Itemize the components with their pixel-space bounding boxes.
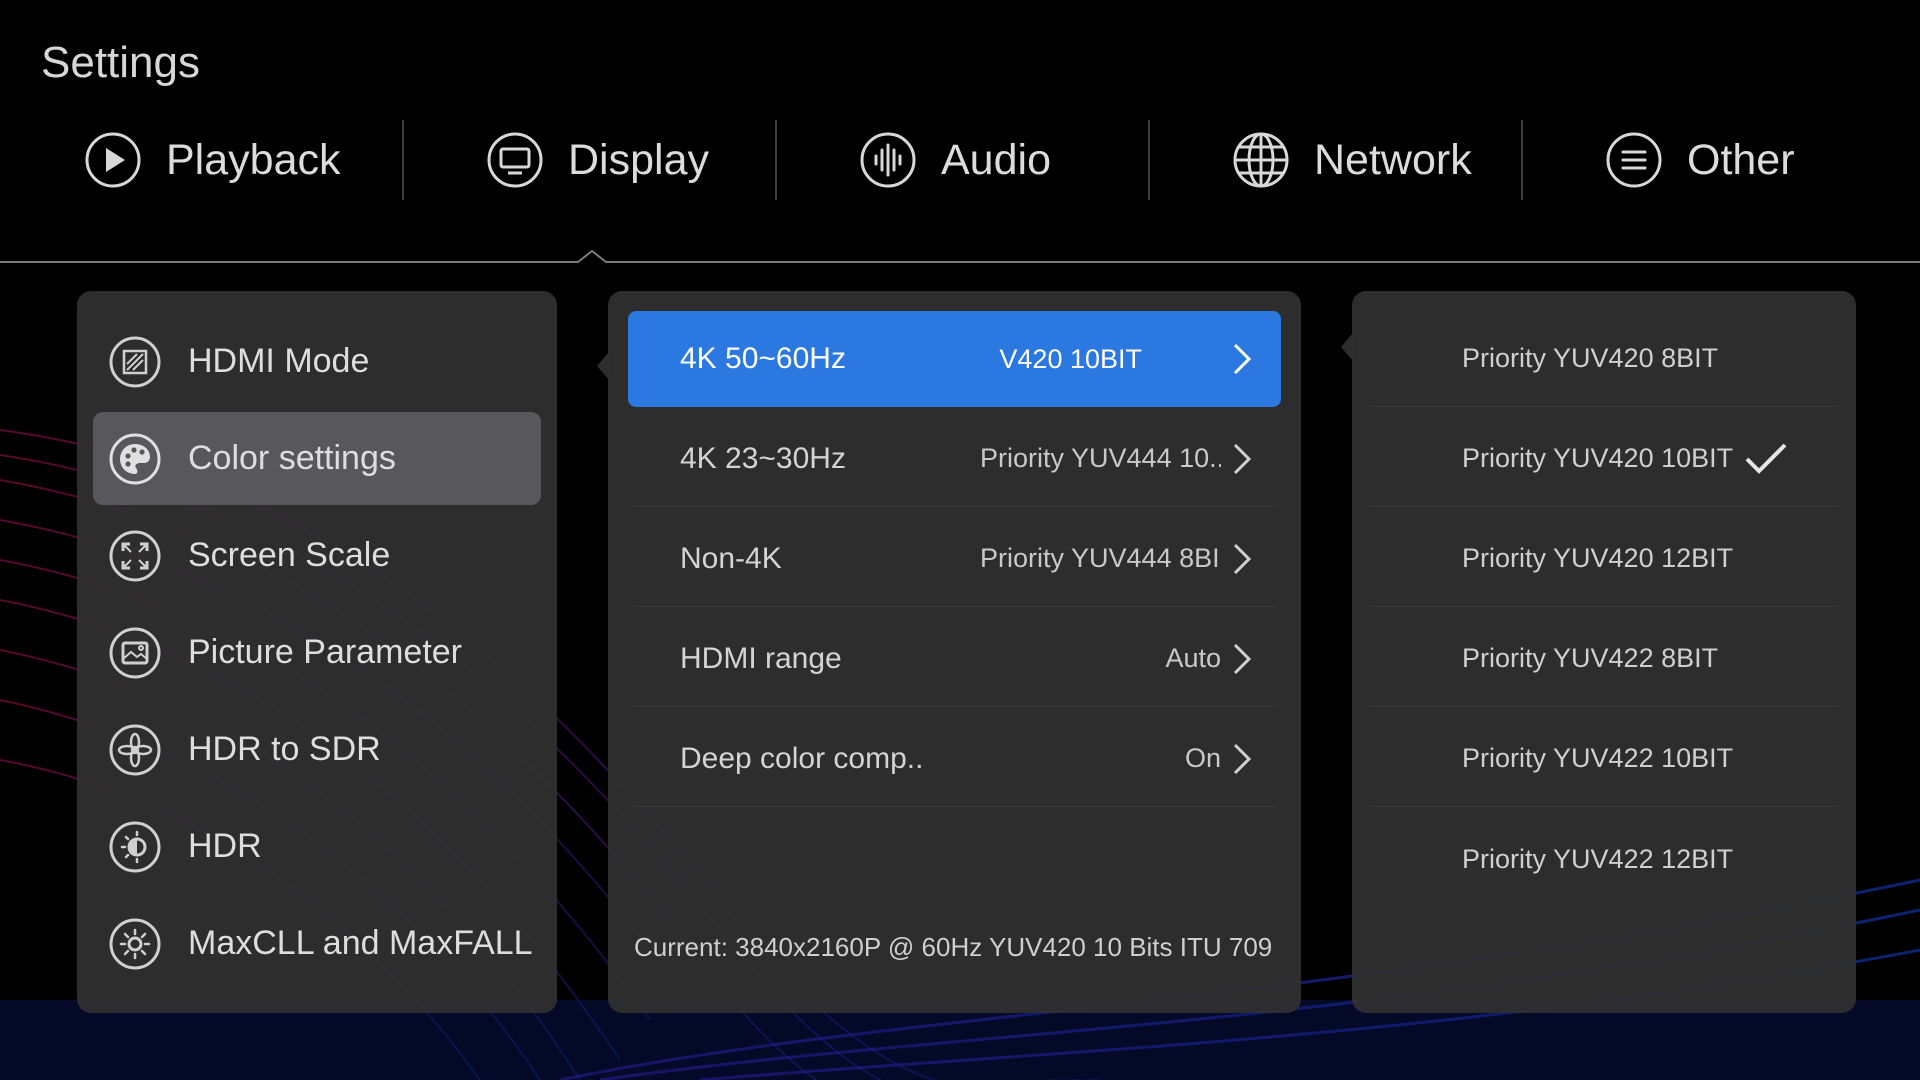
- tab-underline: [0, 250, 1920, 263]
- brightness-icon: [108, 917, 162, 971]
- priority-option-label: Priority YUV420 10BIT: [1462, 443, 1734, 473]
- chevron-right-icon: [1229, 341, 1255, 377]
- priority-option[interactable]: Priority YUV422 8BIT: [1370, 611, 1838, 707]
- option-4k-50-60hz[interactable]: 4K 50~60Hz V420 10BITP: [628, 311, 1281, 407]
- play-icon: [84, 131, 142, 189]
- priority-options-panel: Priority YUV420 8BIT Priority YUV420 10B…: [1352, 291, 1856, 1013]
- tab-label: Audio: [941, 135, 1051, 184]
- option-label: 4K 50~60Hz: [680, 342, 846, 375]
- sidebar-panel: HDMI Mode Color settings Screen Scale Pi…: [77, 291, 557, 1013]
- tab-other[interactable]: Other: [1521, 118, 1894, 202]
- page-title: Settings: [41, 38, 200, 87]
- chevron-right-icon: [1229, 541, 1255, 577]
- tab-label: Other: [1687, 135, 1795, 184]
- menu-icon: [1605, 131, 1663, 189]
- priority-option-selected[interactable]: Priority YUV420 10BIT: [1370, 411, 1838, 507]
- tab-display[interactable]: Display: [402, 118, 775, 202]
- tab-label: Display: [568, 135, 709, 184]
- priority-option-label: Priority YUV422 12BIT: [1462, 843, 1734, 874]
- sidebar-item-label: Color settings: [188, 439, 396, 477]
- priority-option[interactable]: Priority YUV422 10BIT: [1370, 711, 1838, 807]
- tab-label: Playback: [166, 135, 341, 184]
- sidebar-item-label: HDR to SDR: [188, 730, 381, 768]
- globe-icon: [1232, 131, 1290, 189]
- sidebar-item-label: Picture Parameter: [188, 633, 462, 671]
- priority-option-label: Priority YUV420 12BIT: [1462, 543, 1734, 573]
- option-label: 4K 23~30Hz: [680, 441, 846, 475]
- sidebar-item-hdr[interactable]: HDR: [93, 800, 541, 893]
- priority-option[interactable]: Priority YUV420 8BIT: [1370, 311, 1838, 407]
- sidebar-item-maxcll-maxfall[interactable]: MaxCLL and MaxFALL: [93, 897, 541, 990]
- option-hdmi-range[interactable]: HDMI range Auto: [628, 611, 1281, 707]
- flower-icon: [108, 723, 162, 777]
- option-non-4k[interactable]: Non-4K Priority YUV444 8BI..: [628, 511, 1281, 607]
- priority-option[interactable]: Priority YUV422 12BIT: [1370, 811, 1838, 907]
- monitor-icon: [486, 131, 544, 189]
- palette-icon: [108, 432, 162, 486]
- tab-playback[interactable]: Playback: [0, 118, 402, 202]
- option-value-text: V420 10BIT: [994, 344, 1142, 375]
- option-value: Priority YUV444 8BI..: [980, 543, 1221, 573]
- scale-icon: [108, 529, 162, 583]
- option-4k-23-30hz[interactable]: 4K 23~30Hz Priority YUV444 10..: [628, 411, 1281, 507]
- hdmi-icon: [108, 335, 162, 389]
- tab-network[interactable]: Network: [1148, 118, 1521, 202]
- sidebar-item-picture-parameter[interactable]: Picture Parameter: [93, 606, 541, 699]
- sidebar-item-hdmi-mode[interactable]: HDMI Mode: [93, 315, 541, 408]
- chevron-right-icon: [1229, 641, 1255, 677]
- priority-option-label: Priority YUV420 8BIT: [1462, 343, 1719, 373]
- tab-label: Network: [1314, 135, 1472, 184]
- color-settings-panel: 4K 50~60Hz V420 10BITP 4K 23~30Hz Priori…: [608, 291, 1301, 1013]
- sidebar-item-label: HDMI Mode: [188, 342, 370, 380]
- picture-icon: [108, 626, 162, 680]
- chevron-right-icon: [1229, 741, 1255, 777]
- current-output-info: Current: 3840x2160P @ 60Hz YUV420 10 Bit…: [634, 932, 1273, 962]
- option-label: HDMI range: [680, 641, 842, 675]
- option-value: Priority YUV444 10..: [980, 443, 1221, 473]
- option-deep-color[interactable]: Deep color comp.. On: [628, 711, 1281, 807]
- priority-option[interactable]: Priority YUV420 12BIT: [1370, 511, 1838, 607]
- option-label: Non-4K: [680, 541, 782, 575]
- sidebar-item-label: MaxCLL and MaxFALL: [188, 924, 533, 962]
- tab-audio[interactable]: Audio: [775, 118, 1148, 202]
- sidebar-item-color-settings[interactable]: Color settings: [93, 412, 541, 505]
- priority-option-label: Priority YUV422 8BIT: [1462, 643, 1719, 673]
- sidebar-item-label: Screen Scale: [188, 536, 391, 574]
- audio-wave-icon: [859, 131, 917, 189]
- option-value: On: [1184, 743, 1221, 773]
- option-label: Deep color comp..: [680, 741, 924, 775]
- sidebar-item-label: HDR: [188, 827, 262, 865]
- checkmark-icon: [1744, 441, 1788, 477]
- option-value: Auto: [1165, 643, 1221, 673]
- sidebar-item-hdr-to-sdr[interactable]: HDR to SDR: [93, 703, 541, 796]
- hdr-icon: [108, 820, 162, 874]
- option-value: V420 10BITP: [980, 343, 1221, 375]
- chevron-right-icon: [1229, 441, 1255, 477]
- priority-option-label: Priority YUV422 10BIT: [1462, 743, 1734, 773]
- top-tab-bar: Playback Display Audio Network Other: [0, 118, 1920, 202]
- sidebar-item-screen-scale[interactable]: Screen Scale: [93, 509, 541, 602]
